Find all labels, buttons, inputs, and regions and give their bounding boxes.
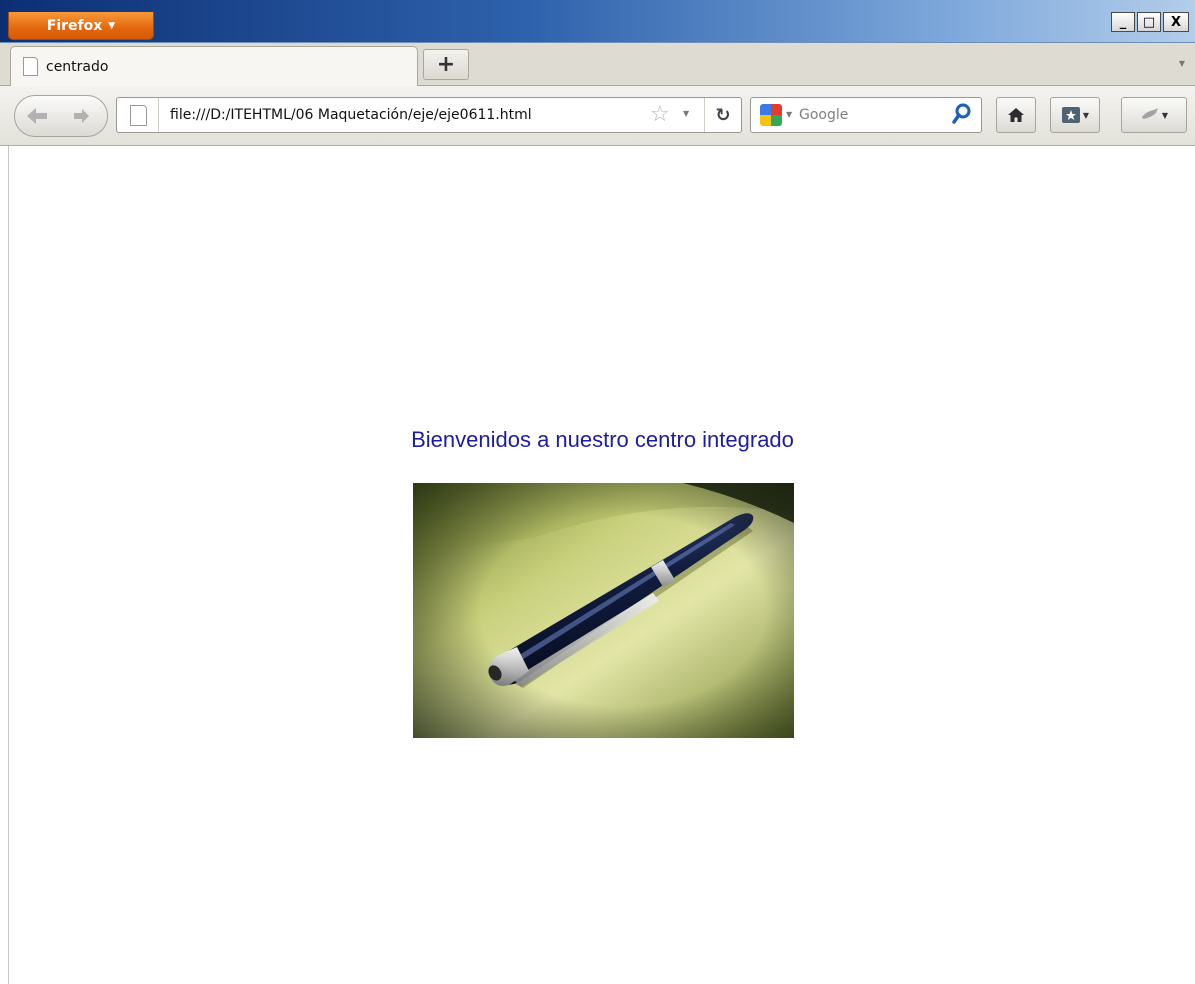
- search-magnifier-icon[interactable]: [952, 102, 972, 126]
- close-button[interactable]: X: [1163, 12, 1189, 32]
- divider: [158, 98, 159, 132]
- google-icon[interactable]: [760, 104, 782, 126]
- chevron-down-icon[interactable]: ▼: [786, 110, 792, 119]
- page-heading: Bienvenidos a nuestro centro integrado: [411, 427, 794, 452]
- pen-on-paper-photo: [413, 483, 794, 738]
- reload-icon: ↻: [715, 104, 731, 126]
- tab-label: centrado: [46, 58, 109, 75]
- chevron-down-icon: ▼: [108, 20, 116, 31]
- firefox-menu-button[interactable]: Firefox ▼: [8, 12, 154, 40]
- navigation-toolbar: file:///D:/ITEHTML/06 Maquetación/eje/ej…: [0, 86, 1195, 146]
- back-arrow-icon: [27, 108, 47, 124]
- bookmark-star-icon[interactable]: ☆: [650, 102, 670, 127]
- back-forward-group: [14, 95, 108, 137]
- url-history-chevron-icon[interactable]: ▼: [683, 109, 689, 118]
- chevron-down-icon: ▼: [1161, 110, 1169, 120]
- page-icon: [23, 57, 38, 76]
- search-bar[interactable]: ▼: [750, 97, 982, 133]
- forward-button[interactable]: [67, 102, 97, 130]
- window-titlebar: Firefox ▼ _ □ X: [0, 0, 1195, 43]
- forward-arrow-icon: [74, 109, 89, 123]
- back-button[interactable]: [19, 98, 55, 134]
- addon-button[interactable]: ▼: [1121, 97, 1187, 133]
- search-input[interactable]: [799, 104, 949, 126]
- bookmarks-button[interactable]: ▼: [1050, 97, 1100, 133]
- page-icon: [130, 105, 147, 126]
- address-bar[interactable]: file:///D:/ITEHTML/06 Maquetación/eje/ej…: [116, 97, 742, 133]
- tab-list-chevron-icon[interactable]: ▼: [1179, 59, 1185, 68]
- new-tab-button[interactable]: +: [423, 49, 469, 80]
- reload-button[interactable]: ↻: [704, 98, 741, 132]
- tab-centrado[interactable]: centrado: [10, 46, 418, 86]
- addon-icon: [1141, 108, 1158, 119]
- url-text[interactable]: file:///D:/ITEHTML/06 Maquetación/eje/ej…: [170, 107, 532, 123]
- firefox-menu-label: Firefox: [46, 17, 103, 34]
- bookmarks-icon: [1061, 107, 1080, 123]
- home-button[interactable]: [996, 97, 1036, 133]
- page-content: Bienvenidos a nuestro centro integrado: [8, 146, 1195, 984]
- window-controls: _ □ X: [1111, 12, 1189, 32]
- chevron-down-icon: ▼: [1082, 110, 1090, 120]
- tab-strip: centrado + ▼: [0, 43, 1195, 86]
- minimize-button[interactable]: _: [1111, 12, 1135, 32]
- maximize-button[interactable]: □: [1137, 12, 1161, 32]
- home-icon: [1008, 108, 1024, 122]
